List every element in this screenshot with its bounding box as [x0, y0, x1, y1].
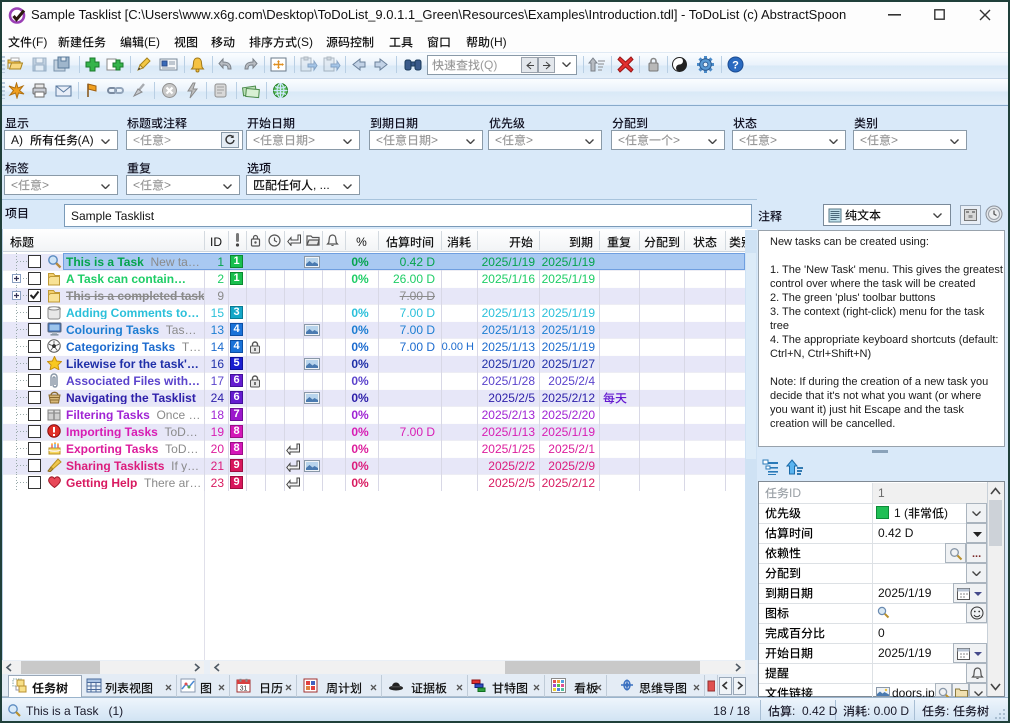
svg-text:31: 31	[240, 686, 248, 693]
svg-text:?: ?	[732, 60, 739, 72]
